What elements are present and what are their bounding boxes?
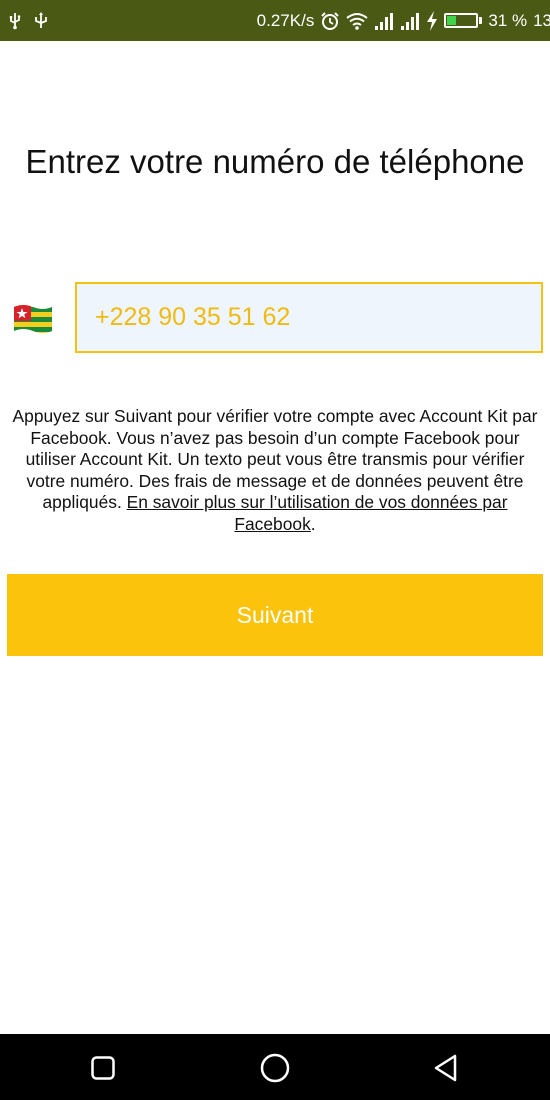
clock: 13 <box>533 10 550 30</box>
usb-icon <box>32 11 50 30</box>
disclaimer-trailing: . <box>310 513 316 534</box>
status-left-group <box>6 11 50 30</box>
battery-percent: 31 % <box>488 10 528 30</box>
navigation-bar <box>0 1034 550 1100</box>
phone-number-input[interactable] <box>75 282 543 353</box>
page-title: Entrez votre numéro de téléphone <box>25 143 525 180</box>
togo-flag-icon[interactable] <box>11 301 55 337</box>
charging-icon <box>426 10 438 31</box>
signal-icon <box>374 12 394 30</box>
status-bar: 0.27K/s 31 % 13 <box>0 0 550 41</box>
home-icon[interactable] <box>257 1050 293 1086</box>
battery-icon <box>444 13 483 28</box>
signal-icon <box>400 12 420 30</box>
alarm-icon <box>320 11 340 31</box>
usb-icon <box>6 12 24 30</box>
disclaimer-text: Appuyez sur Suivant pour vérifier votre … <box>6 406 544 535</box>
back-icon[interactable] <box>428 1050 464 1086</box>
network-speed: 0.27K/s <box>256 10 315 30</box>
learn-more-link[interactable]: En savoir plus sur l’utilisation de vos … <box>127 492 508 534</box>
wifi-icon <box>346 12 368 30</box>
next-button[interactable]: Suivant <box>7 574 543 656</box>
status-right-group: 0.27K/s 31 % 13 <box>257 0 550 41</box>
recent-apps-icon[interactable] <box>85 1050 121 1086</box>
